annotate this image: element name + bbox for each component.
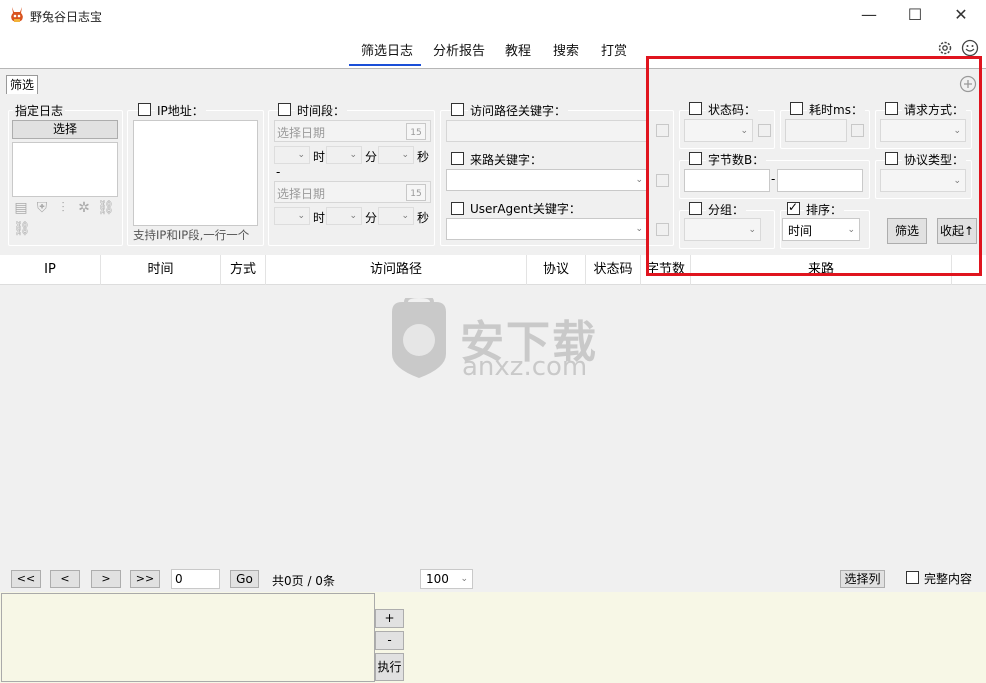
first-page-button[interactable]: << — [11, 570, 41, 588]
page-size-value: 100 — [426, 572, 449, 586]
col-time[interactable]: 时间 — [101, 255, 221, 285]
second-unit-2: 秒 — [417, 211, 430, 225]
path-label: 访问路径关键字： — [468, 102, 569, 119]
path-checkbox[interactable] — [451, 103, 464, 116]
shield-icon[interactable]: ⛨ — [34, 200, 50, 216]
page-summary: 共0页 / 0条 — [272, 574, 335, 588]
smile-icon[interactable] — [961, 39, 979, 57]
referer-label: 来路关键字： — [468, 151, 545, 168]
tab-filter-log[interactable]: 筛选日志 — [361, 40, 413, 59]
col-status[interactable]: 状态码 — [586, 255, 641, 285]
ip-label: IP地址： — [155, 102, 206, 119]
rabbit-logo-icon — [11, 7, 23, 22]
active-tab-indicator — [349, 64, 421, 66]
ip-input[interactable] — [133, 120, 258, 226]
chart-icon[interactable]: ⫶ — [55, 200, 71, 216]
tab-analysis-report[interactable]: 分析报告 — [433, 40, 485, 59]
full-content-label: 完整内容 — [924, 572, 973, 586]
second-unit: 秒 — [417, 150, 430, 164]
useragent-combo[interactable]: ⌄ — [446, 218, 648, 240]
tab-search[interactable]: 搜索 — [553, 40, 579, 59]
end-hour-spinner[interactable]: ⌄ — [274, 207, 310, 225]
shield-bag-icon — [392, 298, 446, 378]
log-list[interactable] — [12, 142, 118, 197]
close-button[interactable]: ✕ — [938, 0, 984, 30]
gear-icon[interactable] — [936, 39, 954, 57]
tab-tutorial[interactable]: 教程 — [505, 40, 531, 59]
end-second-spinner[interactable]: ⌄ — [378, 207, 414, 225]
start-minute-spinner[interactable]: ⌄ — [326, 146, 362, 164]
ip-hint: 支持IP和IP段,一行一个 — [133, 228, 250, 242]
col-path[interactable]: 访问路径 — [266, 255, 527, 285]
calendar-icon[interactable]: 15 — [406, 123, 426, 140]
watermark-sub: anxz.com — [462, 352, 588, 382]
minute-unit-2: 分 — [365, 211, 378, 225]
page-input[interactable]: 0 — [171, 569, 220, 589]
page-size-combo[interactable]: 100 ⌄ — [420, 569, 473, 589]
useragent-label: UserAgent关键字： — [468, 200, 583, 217]
select-columns-button[interactable]: 选择列 — [840, 570, 885, 588]
prev-page-button[interactable]: < — [50, 570, 80, 588]
log-label: 指定日志 — [13, 102, 66, 119]
end-minute-spinner[interactable]: ⌄ — [326, 207, 362, 225]
start-date-placeholder: 选择日期 — [277, 126, 326, 140]
hour-unit: 时 — [313, 150, 326, 164]
col-protocol[interactable]: 协议 — [527, 255, 586, 285]
start-hour-spinner[interactable]: ⌄ — [274, 146, 310, 164]
title-bar — [0, 0, 986, 32]
referer-checkbox[interactable] — [451, 152, 464, 165]
next-page-button[interactable]: > — [91, 570, 121, 588]
execute-button[interactable]: 执行 — [375, 653, 404, 681]
link-icon[interactable]: ⛓ — [97, 200, 115, 216]
path-input[interactable] — [446, 120, 648, 142]
referer-combo[interactable]: ⌄ — [446, 169, 648, 191]
full-content-checkbox[interactable] — [906, 571, 919, 584]
maximize-button[interactable]: ☐ — [892, 0, 938, 30]
watermark: 安下载 anxz.com — [384, 296, 604, 386]
calendar-icon-2[interactable]: 15 — [406, 184, 426, 201]
tab-donate[interactable]: 打赏 — [601, 40, 627, 59]
sql-input[interactable] — [1, 593, 375, 682]
minus-button[interactable]: - — [375, 631, 404, 650]
useragent-checkbox[interactable] — [451, 202, 464, 215]
hour-unit-2: 时 — [313, 211, 326, 225]
link-icon-2[interactable]: ⛓ — [13, 221, 31, 237]
col-method[interactable]: 方式 — [221, 255, 266, 285]
go-button[interactable]: Go — [230, 570, 259, 588]
minute-unit: 分 — [365, 150, 378, 164]
start-second-spinner[interactable]: ⌄ — [378, 146, 414, 164]
time-separator: - — [276, 165, 281, 179]
bug-icon[interactable]: ✲ — [76, 200, 92, 216]
time-checkbox[interactable] — [278, 103, 291, 116]
highlight-box — [646, 56, 982, 276]
minimize-button[interactable]: — — [846, 0, 892, 30]
plus-button[interactable]: + — [375, 609, 404, 628]
col-ip[interactable]: IP — [0, 255, 101, 285]
select-log-button[interactable]: 选择 — [12, 120, 118, 139]
window-title: 野兔谷日志宝 — [30, 10, 103, 24]
ip-checkbox[interactable] — [138, 103, 151, 116]
document-icon[interactable]: ▤ — [13, 200, 29, 216]
filter-tab[interactable]: 筛选 — [6, 75, 38, 94]
end-date-placeholder: 选择日期 — [277, 187, 326, 201]
time-label: 时间段： — [295, 102, 348, 119]
last-page-button[interactable]: >> — [130, 570, 160, 588]
